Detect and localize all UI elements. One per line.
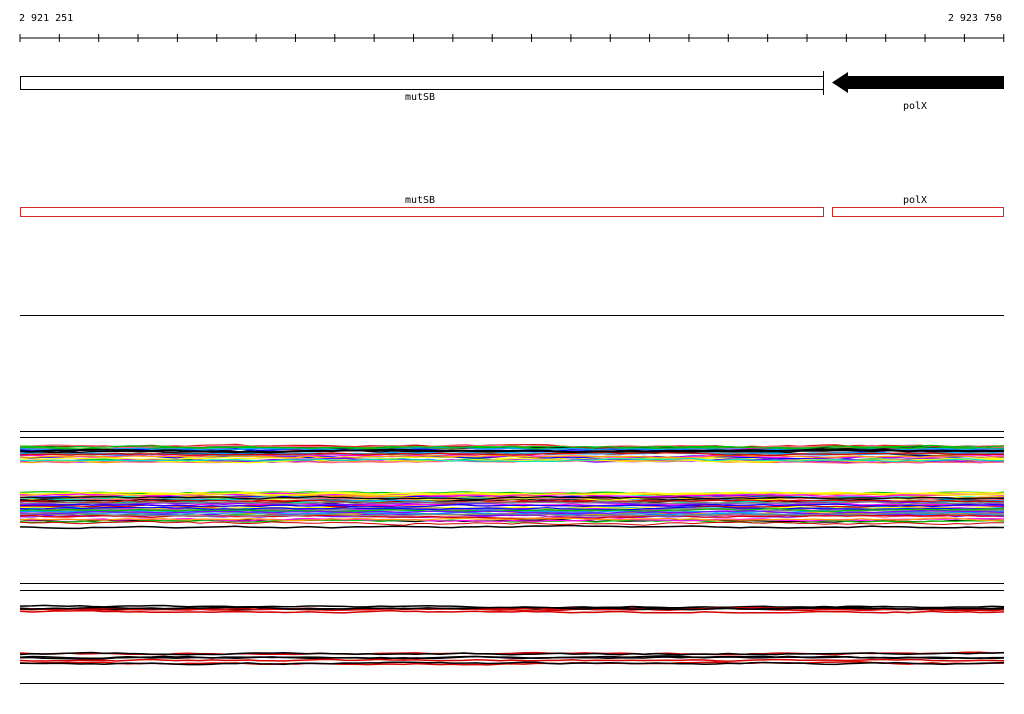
coverage-panel-red-black-lower bbox=[19, 651, 1005, 666]
gene-track bbox=[20, 71, 1004, 95]
coverage-panel-colored-upper bbox=[19, 443, 1005, 464]
coverage-panel-colored-lower bbox=[19, 491, 1005, 530]
coverage-line bbox=[19, 658, 1005, 663]
annotation-track bbox=[20, 207, 1004, 217]
coverage-line bbox=[19, 524, 1005, 530]
gene-feature-polX[interactable] bbox=[832, 72, 1004, 93]
coordinate-ruler bbox=[19, 34, 1005, 42]
coverage-panel-red-black-upper bbox=[19, 604, 1005, 614]
genome-browser-canvas bbox=[19, 34, 1005, 684]
coverage-line bbox=[19, 609, 1005, 614]
gene-feature-mutSB[interactable] bbox=[20, 76, 824, 90]
annotation-box-mutSB[interactable] bbox=[20, 207, 824, 217]
annotation-box-polX[interactable] bbox=[832, 207, 1004, 217]
